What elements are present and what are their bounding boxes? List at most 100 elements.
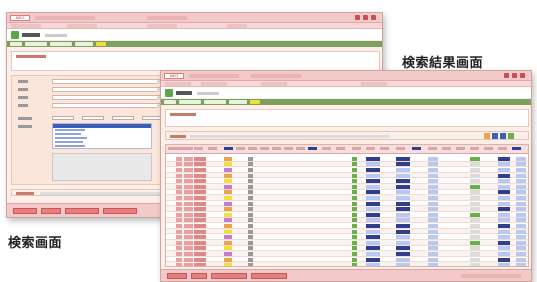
column-header[interactable] — [442, 147, 451, 150]
toolbar-button[interactable] — [50, 42, 72, 46]
table-cell — [248, 162, 253, 167]
table-cell — [470, 156, 480, 161]
toolbar-button[interactable] — [229, 100, 247, 104]
column-header[interactable] — [308, 147, 317, 150]
table-cell — [516, 173, 526, 178]
maximize-icon[interactable] — [512, 73, 517, 78]
table-cell — [516, 201, 526, 206]
action-button-2[interactable] — [191, 273, 207, 279]
table-cell — [194, 162, 206, 167]
column-header[interactable] — [208, 147, 217, 150]
table-cell — [248, 251, 253, 256]
field-label — [18, 88, 28, 91]
table-cell — [428, 235, 438, 240]
table-cell — [366, 207, 380, 212]
memo-textarea[interactable] — [52, 153, 152, 181]
close-icon[interactable] — [520, 73, 525, 78]
field-3[interactable] — [52, 87, 162, 92]
menu-item[interactable] — [227, 24, 247, 28]
category-listbox[interactable] — [52, 123, 152, 149]
table-cell — [428, 246, 438, 251]
toolbar-button[interactable] — [10, 42, 22, 46]
column-header[interactable] — [412, 147, 421, 150]
table-cell — [498, 223, 510, 228]
column-header[interactable] — [396, 147, 405, 150]
menu-item[interactable] — [361, 82, 387, 86]
menu-item[interactable] — [147, 24, 177, 28]
checkbox-option[interactable] — [82, 116, 104, 120]
toolbar-button[interactable] — [204, 100, 226, 104]
maximize-icon[interactable] — [363, 15, 368, 20]
column-header[interactable] — [236, 147, 245, 150]
toolbar-button[interactable] — [164, 100, 176, 104]
toolbar-button[interactable] — [75, 42, 93, 46]
field-5[interactable] — [52, 95, 162, 100]
pager-button[interactable] — [484, 133, 490, 139]
table-cell — [470, 179, 480, 184]
column-header[interactable] — [272, 147, 281, 150]
action-button-3[interactable] — [65, 208, 99, 214]
menu-item[interactable] — [165, 82, 191, 86]
action-button-4[interactable] — [103, 208, 137, 214]
menu-item[interactable] — [261, 82, 287, 86]
menu-item[interactable] — [67, 24, 97, 28]
column-header[interactable] — [470, 147, 479, 150]
table-cell — [498, 212, 510, 217]
table-cell — [352, 251, 357, 256]
table-cell — [224, 184, 232, 189]
menu-item[interactable] — [201, 82, 227, 86]
list-item[interactable] — [53, 144, 151, 148]
table-cell — [352, 195, 357, 200]
toolbar-button[interactable] — [179, 100, 201, 104]
table-cell — [366, 257, 380, 262]
column-header[interactable] — [184, 147, 193, 150]
column-header[interactable] — [284, 147, 293, 150]
action-button-4[interactable] — [251, 273, 287, 279]
action-button-3[interactable] — [211, 273, 247, 279]
column-header[interactable] — [484, 147, 493, 150]
column-header[interactable] — [380, 147, 389, 150]
column-header[interactable] — [224, 147, 233, 150]
column-header[interactable] — [296, 147, 305, 150]
table-cell — [470, 240, 480, 245]
action-button-2[interactable] — [41, 208, 61, 214]
pager-button[interactable] — [508, 133, 514, 139]
column-header[interactable] — [512, 147, 521, 150]
table-row[interactable] — [166, 262, 528, 266]
table-cell — [516, 223, 526, 228]
checkbox-option[interactable] — [52, 116, 74, 120]
table-cell — [396, 190, 410, 195]
action-button-1[interactable] — [13, 208, 37, 214]
table-cell — [396, 263, 410, 266]
minimize-icon[interactable] — [504, 73, 509, 78]
table-cell — [498, 162, 510, 167]
field-6[interactable] — [52, 103, 162, 108]
column-header[interactable] — [322, 147, 331, 150]
table-cell — [366, 162, 380, 167]
table-cell — [224, 240, 232, 245]
toolbar-button[interactable] — [96, 42, 106, 46]
menu-item[interactable] — [11, 24, 41, 28]
column-header[interactable] — [248, 147, 257, 150]
pager-button[interactable] — [500, 133, 506, 139]
table-cell — [184, 212, 193, 217]
column-header[interactable] — [428, 147, 437, 150]
field-1[interactable] — [52, 79, 162, 84]
column-header[interactable] — [366, 147, 375, 150]
close-icon[interactable] — [371, 15, 376, 20]
table-cell — [352, 257, 357, 262]
action-button-1[interactable] — [167, 273, 187, 279]
toolbar-button[interactable] — [25, 42, 47, 46]
table-cell — [396, 235, 410, 240]
minimize-icon[interactable] — [355, 15, 360, 20]
column-header[interactable] — [194, 147, 203, 150]
toolbar-button[interactable] — [250, 100, 260, 104]
column-header[interactable] — [352, 147, 361, 150]
column-header[interactable] — [498, 147, 507, 150]
column-header[interactable] — [260, 147, 269, 150]
column-header[interactable] — [336, 147, 345, 150]
checkbox-option[interactable] — [112, 116, 134, 120]
column-header[interactable] — [456, 147, 465, 150]
pager-button[interactable] — [492, 133, 498, 139]
table-cell — [176, 218, 182, 223]
